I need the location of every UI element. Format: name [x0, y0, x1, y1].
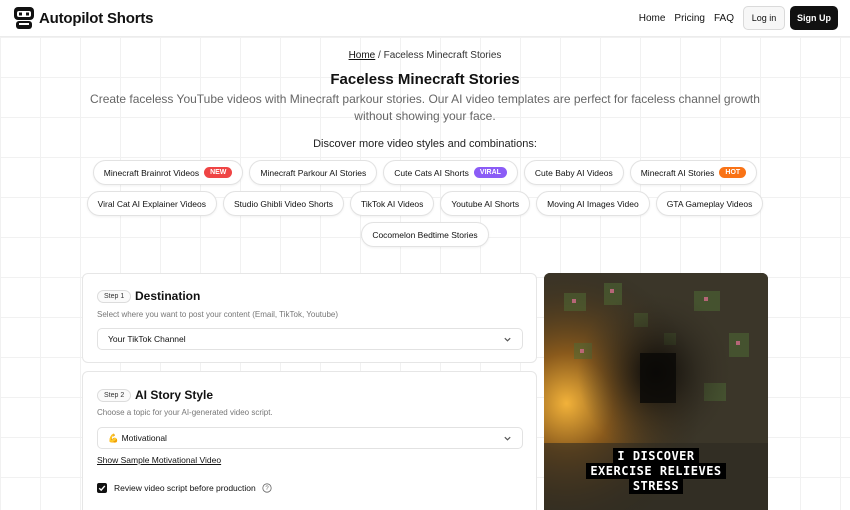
caption-text: I DISCOVER	[613, 448, 699, 464]
chip-cute-cats[interactable]: Cute Cats AI Shorts VIRAL	[383, 160, 518, 185]
breadcrumb-home-link[interactable]: Home	[349, 50, 376, 61]
destination-description: Select where you want to post your conte…	[97, 310, 339, 319]
chip-minecraft-parkour[interactable]: Minecraft Parkour AI Stories	[249, 160, 378, 185]
ai-story-style-card: Step 2 AI Story Style Choose a topic for…	[82, 371, 537, 510]
story-style-select-value: Motivational	[121, 433, 167, 443]
chip-row-1: Minecraft Brainrot Videos NEW Minecraft …	[0, 160, 850, 185]
chip-label: Viral Cat AI Explainer Videos	[97, 198, 206, 209]
page-subtitle: Create faceless YouTube videos with Mine…	[90, 92, 760, 123]
chip-tiktok-ai[interactable]: TikTok AI Videos	[350, 191, 435, 216]
brand-logo[interactable]: Autopilot Shorts	[12, 6, 153, 30]
top-nav-bar: Autopilot Shorts Home Pricing FAQ Log in…	[0, 0, 850, 37]
flexed-bicep-icon: 💪	[108, 432, 119, 443]
destination-card: Step 1 Destination Select where you want…	[82, 273, 537, 363]
story-style-select[interactable]: 💪 Motivational	[97, 427, 523, 449]
chip-label: Moving AI Images Video	[547, 198, 639, 209]
chip-label: Minecraft AI Stories	[640, 167, 715, 178]
question-circle-icon[interactable]: ?	[262, 483, 272, 493]
step-1-pill: Step 1	[97, 290, 132, 303]
page-title: Faceless Minecraft Stories	[330, 71, 520, 88]
svg-text:?: ?	[265, 486, 269, 492]
ai-story-style-description: Choose a topic for your AI-generated vid…	[97, 408, 273, 417]
checkmark-icon	[98, 485, 106, 492]
sample-video-preview[interactable]: I DISCOVER EXERCISE RELIEVES STRESS	[544, 273, 768, 510]
chip-label: Minecraft Parkour AI Stories	[260, 167, 367, 178]
login-button[interactable]: Log in	[743, 6, 785, 30]
chip-row-3: Cocomelon Bedtime Stories	[0, 222, 850, 247]
chip-minecraft-brainrot[interactable]: Minecraft Brainrot Videos NEW	[92, 160, 244, 185]
chip-cute-baby[interactable]: Cute Baby AI Videos	[523, 160, 624, 185]
hot-badge: HOT	[719, 167, 747, 178]
chip-minecraft-ai-stories[interactable]: Minecraft AI Stories HOT	[629, 160, 758, 185]
chip-youtube-ai[interactable]: Youtube AI Shorts	[440, 191, 531, 216]
ai-story-style-title: AI Story Style	[135, 388, 214, 402]
chip-viral-cat-explainer[interactable]: Viral Cat AI Explainer Videos	[86, 191, 217, 216]
viral-badge: VIRAL	[473, 167, 507, 178]
chip-label: Cute Cats AI Shorts	[394, 167, 469, 178]
breadcrumb: Home / Faceless Minecraft Stories	[0, 50, 850, 61]
chip-label: Cocomelon Bedtime Stories	[372, 229, 478, 240]
chip-cocomelon[interactable]: Cocomelon Bedtime Stories	[361, 222, 489, 247]
discover-heading: Discover more video styles and combinati…	[313, 138, 537, 150]
brand-name: Autopilot Shorts	[39, 9, 154, 27]
show-sample-video-link[interactable]: Show Sample Motivational Video	[97, 455, 221, 465]
destination-title: Destination	[135, 289, 201, 303]
chevron-down-icon	[504, 436, 511, 441]
signup-button[interactable]: Sign Up	[790, 6, 838, 30]
chip-studio-ghibli[interactable]: Studio Ghibli Video Shorts	[222, 191, 345, 216]
chip-gta-gameplay[interactable]: GTA Gameplay Videos	[655, 191, 764, 216]
chip-row-2: Viral Cat AI Explainer Videos Studio Ghi…	[0, 191, 850, 216]
destination-select-value: Your TikTok Channel	[108, 334, 186, 344]
chip-label: Youtube AI Shorts	[451, 198, 520, 209]
robot-head-icon	[14, 7, 34, 29]
chip-label: GTA Gameplay Videos	[666, 198, 753, 209]
chip-label: Minecraft Brainrot Videos	[103, 167, 200, 178]
caption-text: STRESS	[628, 478, 684, 494]
step-2-pill: Step 2	[97, 389, 132, 402]
review-script-label: Review video script before production	[114, 483, 256, 493]
caption-text: EXERCISE RELIEVES	[586, 463, 726, 479]
chip-label: Cute Baby AI Videos	[534, 167, 613, 178]
breadcrumb-current: Faceless Minecraft Stories	[383, 50, 502, 61]
nav-home-link[interactable]: Home	[639, 13, 666, 24]
chevron-down-icon	[504, 337, 511, 342]
breadcrumb-separator: /	[375, 50, 384, 61]
video-caption-line-1: I DISCOVER	[544, 448, 768, 464]
chip-moving-ai-images[interactable]: Moving AI Images Video	[536, 191, 650, 216]
chip-label: Studio Ghibli Video Shorts	[233, 198, 334, 209]
nav-faq-link[interactable]: FAQ	[714, 13, 734, 24]
video-caption-line-3: STRESS	[544, 478, 768, 494]
new-badge: NEW	[204, 167, 233, 178]
nav-pricing-link[interactable]: Pricing	[674, 13, 705, 24]
destination-select[interactable]: Your TikTok Channel	[97, 328, 523, 350]
review-script-checkbox[interactable]	[97, 483, 107, 493]
chip-label: TikTok AI Videos	[361, 198, 424, 209]
nav-links: Home Pricing FAQ Log in Sign Up	[639, 6, 838, 30]
video-caption-line-2: EXERCISE RELIEVES	[544, 463, 768, 479]
